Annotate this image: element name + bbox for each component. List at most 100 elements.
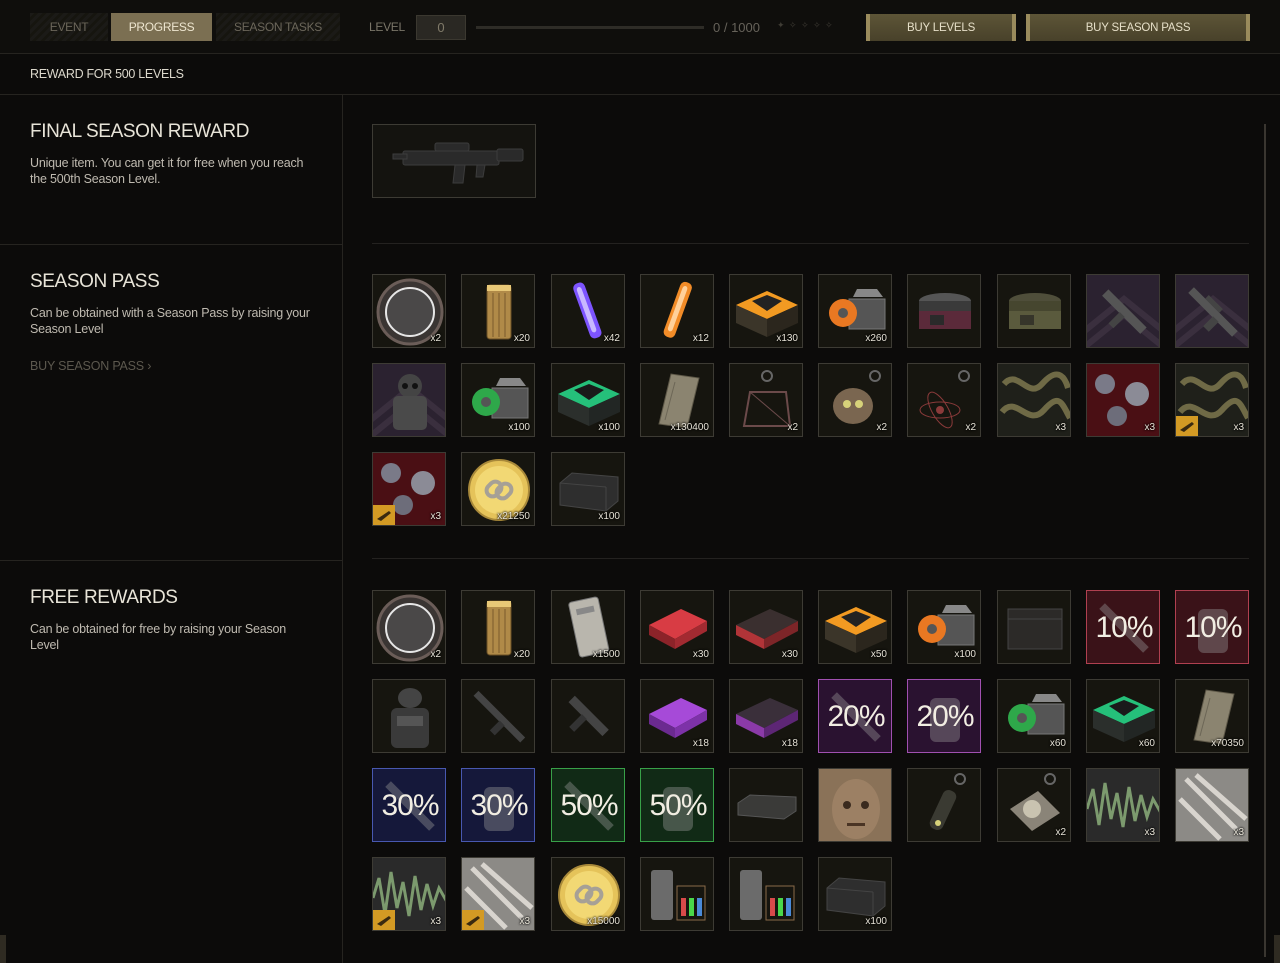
reward-quantity: x20 [513,333,530,344]
final-reward-desc: Unique item. You can get it for free whe… [30,156,304,186]
discount-percent: 10% [1095,611,1153,644]
reward-quantity: x100 [598,511,620,522]
reward-tile[interactable]: x130 [729,274,803,348]
reward-tile[interactable]: 20% [818,679,892,753]
reward-tile[interactable]: x3 [997,363,1071,437]
reward-tile[interactable] [461,679,535,753]
tab-event[interactable]: EVENT [30,13,108,41]
reward-tile[interactable]: x130400 [640,363,714,437]
reward-quantity: x60 [1138,738,1155,749]
reward-tile[interactable]: 20% [907,679,981,753]
discount-percent: 50% [649,789,707,822]
reward-tile[interactable]: x3 [1086,363,1160,437]
season-pass-title: SEASON PASS [30,271,160,292]
reward-quantity: x18 [781,738,798,749]
divider [372,558,1249,559]
scrollbar[interactable] [1264,124,1266,957]
reward-tile[interactable]: x50 [818,590,892,664]
reward-quantity: x2 [1055,827,1066,838]
reward-tile[interactable]: x260 [818,274,892,348]
reward-tile[interactable]: x3 [372,857,446,931]
reward-tile[interactable]: x3 [461,857,535,931]
reward-tile[interactable] [1086,274,1160,348]
buy-season-pass-link[interactable]: BUY SEASON PASS › [30,359,151,373]
reward-tile[interactable] [729,857,803,931]
reward-quantity: x3 [1233,827,1244,838]
reward-tile[interactable] [1175,274,1249,348]
reward-tile[interactable]: x42 [551,274,625,348]
reward-quantity: x50 [870,649,887,660]
reward-tile[interactable]: x100 [818,857,892,931]
reward-tile[interactable]: x2 [997,768,1071,842]
reward-tile[interactable]: x21250 [461,452,535,526]
reward-tile[interactable]: x2 [372,590,446,664]
reward-tile[interactable]: x100 [907,590,981,664]
reward-tile[interactable]: x2 [729,363,803,437]
reward-tile[interactable] [907,768,981,842]
reward-tile[interactable]: 10% [1086,590,1160,664]
reward-tile[interactable]: x18 [729,679,803,753]
smg-icon [568,695,609,737]
buy-levels-button[interactable]: BUY LEVELS [866,14,1016,41]
reward-tile[interactable] [997,274,1071,348]
assault-rifle-icon [392,142,524,184]
reward-tile[interactable] [997,590,1071,664]
reward-tile[interactable] [372,679,446,753]
final-reward-tile[interactable] [372,124,536,198]
reward-quantity: x1500 [592,649,620,660]
reward-tile[interactable]: 10% [1175,590,1249,664]
tab-progress[interactable]: PROGRESS [111,13,212,41]
left-column: FINAL SEASON REWARD Unique item. You can… [0,95,343,963]
reward-tile[interactable]: x20 [461,590,535,664]
reward-tile[interactable]: x2 [372,274,446,348]
reward-tile[interactable]: x12 [640,274,714,348]
reward-tile[interactable]: x60 [1086,679,1160,753]
reward-tile[interactable]: x70350 [1175,679,1249,753]
reward-tile[interactable]: x3 [1175,363,1249,437]
reward-tile[interactable]: x30 [729,590,803,664]
dark-crate-icon [1007,608,1063,650]
discount-percent: 20% [827,700,885,733]
reward-tile[interactable]: x100 [551,363,625,437]
reward-quantity: x2 [430,649,441,660]
reward-tile[interactable] [551,679,625,753]
buy-season-pass-button[interactable]: BUY SEASON PASS [1026,14,1250,41]
reward-tile[interactable]: x3 [1086,768,1160,842]
reward-tile[interactable]: x100 [551,452,625,526]
tab-season-tasks[interactable]: SEASON TASKS [216,13,340,41]
divider [372,243,1249,244]
reward-tile[interactable]: x1500 [551,590,625,664]
smg-skin-icon [1087,275,1159,347]
reward-tile[interactable] [907,274,981,348]
reward-tile[interactable]: x18 [640,679,714,753]
lab-kit-icon [740,870,795,921]
reward-tile[interactable]: x30 [640,590,714,664]
reward-quantity: x15000 [587,916,620,927]
reward-tile[interactable]: x100 [461,363,535,437]
reward-quantity: x3 [1055,422,1066,433]
reward-tile[interactable]: x20 [461,274,535,348]
reward-tile[interactable]: x3 [1175,768,1249,842]
reward-quantity: x2 [787,422,798,433]
reward-quantity: x42 [603,333,620,344]
reward-tile[interactable] [729,768,803,842]
reward-tile[interactable] [818,768,892,842]
reward-tile[interactable]: x2 [818,363,892,437]
reward-tile[interactable]: 30% [461,768,535,842]
reward-tile[interactable] [372,363,446,437]
reward-tile[interactable]: x60 [997,679,1071,753]
reward-tile[interactable]: 30% [372,768,446,842]
small-crate-icon [737,794,797,820]
rifle-icon [473,690,526,743]
reward-header: REWARD FOR 500 LEVELS [0,54,1280,95]
reward-tile[interactable]: x3 [372,452,446,526]
reward-tile[interactable]: 50% [640,768,714,842]
reward-quantity: x20 [513,649,530,660]
reward-quantity: x100 [508,422,530,433]
reward-tile[interactable]: 50% [551,768,625,842]
reward-tile[interactable]: x2 [907,363,981,437]
level-stars-icon: ✦ ✧ ✧ ✧ ✧ [777,20,834,30]
discount-percent: 30% [470,789,528,822]
reward-tile[interactable]: x15000 [551,857,625,931]
reward-tile[interactable] [640,857,714,931]
